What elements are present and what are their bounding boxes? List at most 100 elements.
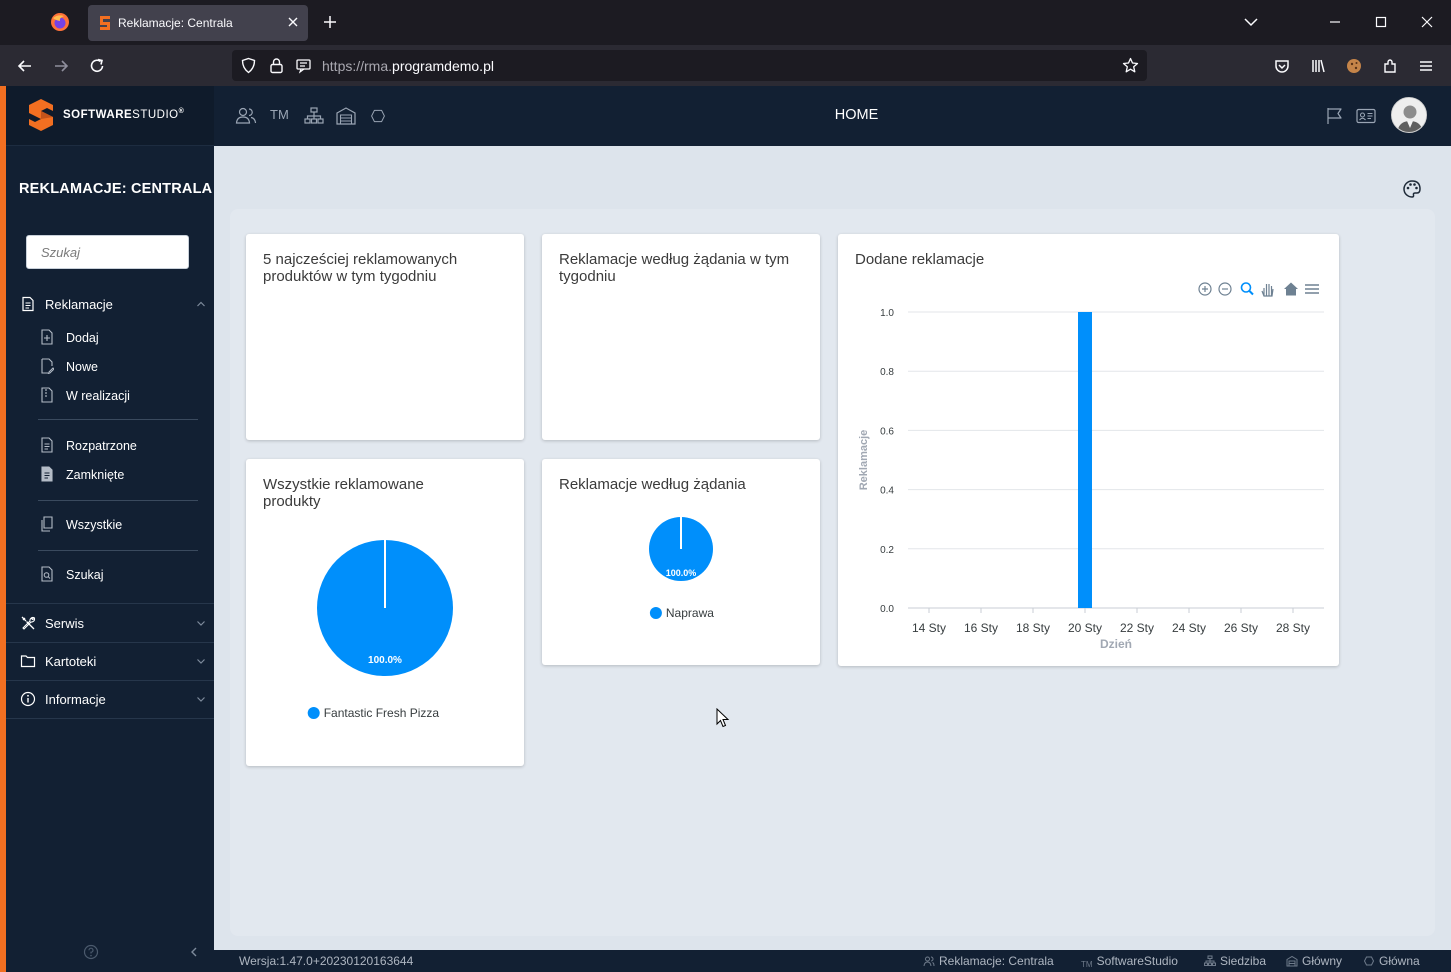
x-tick-label: 22 Sty — [1120, 621, 1154, 635]
sidebar-item-label: Szukaj — [66, 568, 104, 582]
logo[interactable]: SOFTWARESTUDIO® — [6, 86, 214, 146]
dashboard-panel: 5 najcześciej reklamowanych produktów w … — [230, 209, 1435, 936]
maximize-icon[interactable] — [1373, 14, 1389, 30]
pie-chart-products: 100.0% Fantastic Fresh Pizza — [307, 540, 453, 720]
close-window-icon[interactable] — [1419, 14, 1435, 30]
cookie-extension-icon[interactable] — [1345, 57, 1363, 75]
sidebar-section-kartoteki[interactable]: Kartoteki — [6, 646, 214, 676]
page-info-icon[interactable] — [295, 57, 312, 74]
page-title: HOME — [834, 107, 879, 123]
card-by-request: Reklamacje według żądania 100.0% Naprawa — [542, 459, 820, 665]
sidebar-item-label: Rozpatrzone — [66, 439, 137, 453]
browser-tabbar: Reklamacje: Centrala — [0, 0, 1451, 45]
document-icon — [22, 296, 34, 312]
sidebar-section-informacje[interactable]: Informacje — [6, 684, 214, 714]
folder-icon — [20, 655, 36, 668]
legend-marker — [649, 607, 662, 619]
sidebar-item-rozpatrzone[interactable]: Rozpatrzone — [36, 433, 206, 459]
lock-icon[interactable] — [268, 57, 285, 74]
file-search-icon — [41, 566, 53, 582]
footer-item-label: Siedziba — [1220, 954, 1267, 968]
footer-item-company[interactable]: Reklamacje: Centrala — [923, 954, 1054, 968]
y-tick-label: 0.2 — [880, 545, 894, 556]
footer-item-label: SoftwareStudio — [1096, 954, 1178, 968]
firefox-icon[interactable] — [50, 12, 70, 32]
sidebar-item-w-realizacji[interactable]: W realizacji — [36, 383, 206, 409]
sidebar-item-zamkniete[interactable]: Zamknięte — [36, 462, 206, 488]
sidebar-section-label: Serwis — [45, 616, 85, 631]
logo-text: SOFTWARESTUDIO® — [63, 108, 184, 121]
y-tick-label: 1.0 — [880, 308, 894, 319]
app-root: SOFTWARESTUDIO® REKLAMACJE: CENTRALA Rek… — [0, 86, 1451, 972]
sidebar-item-dodaj[interactable]: Dodaj — [36, 325, 206, 351]
selection-zoom-icon[interactable] — [1240, 282, 1254, 296]
org-tree-icon — [1204, 955, 1216, 966]
flag-icon[interactable] — [1324, 106, 1346, 126]
card-by-request-week: Reklamacje według żądania w tym tygodniu — [542, 234, 820, 440]
sidebar-section-divider — [6, 603, 214, 604]
footer-item-glowna[interactable]: Główna — [1363, 954, 1420, 968]
sidebar-section-reklamacje[interactable]: Reklamacje — [6, 289, 214, 319]
x-tick-label: 14 Sty — [912, 621, 946, 635]
file-text-icon — [41, 437, 53, 453]
card-title: Reklamacje według żądania w tym tygodniu — [559, 251, 790, 285]
x-tick-label: 24 Sty — [1172, 621, 1206, 635]
reload-icon[interactable] — [88, 57, 106, 75]
help-icon[interactable] — [83, 944, 99, 960]
sidebar-item-label: W realizacji — [66, 389, 130, 403]
bookmark-star-icon[interactable] — [1122, 57, 1139, 74]
footer-item-label: Reklamacje: Centrala — [939, 954, 1054, 968]
bar — [1078, 312, 1092, 608]
footer-item-siedziba[interactable]: Siedziba — [1204, 954, 1266, 968]
shield-icon[interactable] — [240, 57, 257, 74]
sidebar-item-nowe[interactable]: Nowe — [36, 354, 206, 380]
pocket-icon[interactable] — [1273, 57, 1291, 75]
url-domain: programdemo.pl — [392, 58, 494, 74]
sidebar-item-label: Nowe — [66, 360, 98, 374]
id-card-icon[interactable] — [1355, 106, 1377, 126]
sidebar-divider — [38, 550, 198, 551]
browser-navbar: https://rma.programdemo.pl — [0, 45, 1451, 86]
forward-icon[interactable] — [52, 57, 70, 75]
url-bar[interactable]: https://rma.programdemo.pl — [232, 50, 1147, 81]
sidebar-section-divider — [6, 718, 214, 719]
pie-chart-request: 100.0% Naprawa — [649, 517, 714, 620]
sidebar-item-label: Zamknięte — [66, 468, 125, 482]
url-text[interactable]: https://rma.programdemo.pl — [322, 58, 494, 74]
x-tick-label: 26 Sty — [1224, 621, 1258, 635]
sidebar-search-input[interactable] — [26, 235, 189, 269]
version-text: Wersja:1.47.0+20230120163644 — [239, 954, 414, 968]
sidebar-section-serwis[interactable]: Serwis — [6, 608, 214, 638]
browser-tab[interactable]: Reklamacje: Centrala — [88, 5, 308, 41]
footer-item-tm[interactable]: TM SoftwareStudio — [1081, 954, 1178, 969]
x-axis-label: Dzień — [1100, 637, 1132, 651]
legend-label: Fantastic Fresh Pizza — [324, 706, 440, 720]
y-tick-label: 0.8 — [880, 367, 894, 378]
sidebar-item-label: Dodaj — [66, 331, 99, 345]
list-tabs-icon[interactable] — [1243, 14, 1259, 30]
sidebar-item-label: Wszystkie — [66, 518, 123, 532]
back-icon[interactable] — [16, 57, 34, 75]
sidebar-section-divider — [6, 642, 214, 643]
library-icon[interactable] — [1309, 57, 1327, 75]
footer: Wersja:1.47.0+20230120163644 Reklamacje:… — [214, 950, 1451, 972]
sidebar-item-wszystkie[interactable]: Wszystkie — [36, 512, 206, 538]
y-tick-label: 0.0 — [880, 604, 894, 615]
extensions-icon[interactable] — [1381, 57, 1399, 75]
chart-menu-icon[interactable] — [1305, 284, 1319, 294]
x-tick-label: 28 Sty — [1276, 621, 1310, 635]
palette-icon[interactable] — [1402, 179, 1422, 199]
sidebar-item-szukaj[interactable]: Szukaj — [36, 562, 206, 588]
mouse-cursor-icon — [716, 708, 730, 728]
minimize-icon[interactable] — [1327, 14, 1343, 30]
menu-icon[interactable] — [1417, 57, 1435, 75]
close-tab-icon[interactable] — [286, 15, 300, 29]
pie-slice-label: 100.0% — [666, 568, 697, 578]
user-avatar[interactable] — [1391, 97, 1427, 133]
footer-item-glowny[interactable]: Główny — [1286, 954, 1342, 968]
new-tab-icon[interactable] — [322, 14, 338, 30]
collapse-sidebar-icon[interactable] — [188, 946, 200, 958]
footer-item-label: Główny — [1302, 954, 1343, 968]
y-tick-label: 0.4 — [880, 486, 894, 497]
card-title: Dodane reklamacje — [855, 251, 985, 268]
